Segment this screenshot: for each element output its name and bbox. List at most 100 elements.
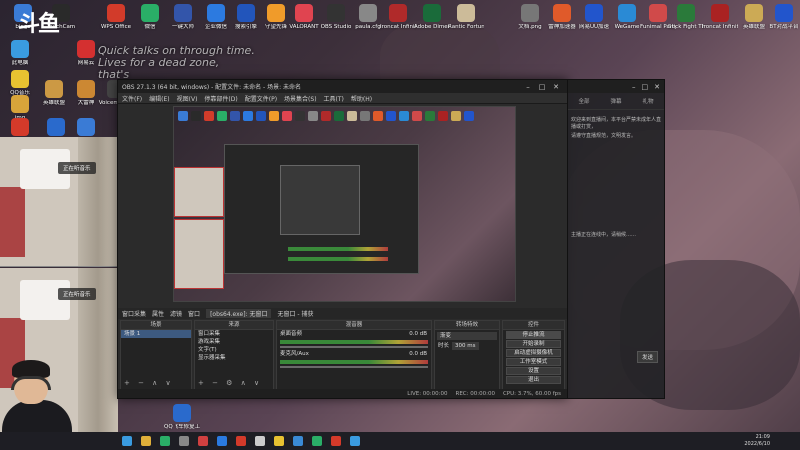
preview-icon [217, 111, 227, 121]
desktop-icon[interactable]: 此电脑 [2, 40, 38, 67]
send-button[interactable]: 发送 [636, 351, 658, 363]
chat-tabs: 全部 弹幕 礼物 [568, 93, 664, 110]
scenes-footer-buttons[interactable]: + − ∧ ∨ [124, 379, 174, 387]
menu-docks[interactable]: 停靠部件(D) [204, 94, 237, 103]
taskbar-app-icon[interactable] [255, 436, 265, 446]
preview-icon [191, 111, 201, 121]
menu-edit[interactable]: 编辑(E) [149, 94, 169, 103]
filters-button[interactable]: 滤镜 [170, 309, 182, 318]
capture-method[interactable]: 无窗口 - 捕获 [277, 309, 313, 318]
volume-slider-desktop[interactable] [280, 346, 428, 348]
desktop-icon[interactable]: Ironcat Infinity [380, 4, 416, 31]
volume-slider-mic[interactable] [280, 366, 428, 368]
app-icon [237, 4, 255, 22]
desktop-icon[interactable]: OBS Studio [318, 4, 354, 31]
stop-streaming-button[interactable]: 停止推流 [506, 331, 561, 339]
chat-tab[interactable]: 弹幕 [610, 97, 621, 105]
mixer-title: 混音器 [277, 321, 431, 330]
maximize-icon[interactable]: □ [535, 83, 549, 91]
desktop-icon[interactable]: Rantic Fortune [448, 4, 484, 31]
desktop-icon[interactable]: 微信 [132, 4, 168, 31]
taskbar-app-icon[interactable] [217, 436, 227, 446]
close-icon[interactable]: ✕ [549, 83, 563, 91]
desktop-icon[interactable]: 英雄联盟 [36, 80, 72, 107]
desktop-icon[interactable]: 雷神加速器 [544, 4, 580, 31]
studio-mode-button[interactable]: 工作室模式 [506, 358, 561, 366]
taskbar-app-icon[interactable] [331, 436, 341, 446]
transition-select[interactable]: 渐变 [437, 332, 497, 340]
desktop-icon[interactable]: BT对战平台 [766, 4, 800, 31]
taskbar-app-icon[interactable] [274, 436, 284, 446]
desktop-icon[interactable]: QQ音乐 [2, 70, 38, 97]
exit-button[interactable]: 退出 [506, 376, 561, 384]
preview-icon [269, 111, 279, 121]
menu-file[interactable]: 文件(F) [122, 94, 142, 103]
source-item[interactable]: 文字(T) [195, 346, 273, 354]
taskbar-app-icon[interactable] [236, 436, 246, 446]
source-item-label: 窗口采集 [198, 331, 221, 337]
desktop-icon-label: Stick Fight The Game [668, 24, 704, 30]
source-item[interactable]: 游戏采集 [195, 338, 273, 346]
menu-scene-collection[interactable]: 场景集合(S) [284, 94, 317, 103]
mixer-channel-db: 0.0 dB [409, 331, 427, 337]
obs-title: OBS 27.1.3 (64 bit, windows) - 配置文件: 未命名… [122, 84, 302, 91]
obs-titlebar[interactable]: OBS 27.1.3 (64 bit, windows) - 配置文件: 未命名… [118, 80, 567, 93]
window-select[interactable]: [obs64.exe]: 无窗口 [206, 309, 272, 318]
menu-help[interactable]: 帮助(H) [351, 94, 372, 103]
source-item[interactable]: 显示器采集 [195, 354, 273, 362]
desktop-icon-label: WPS Office [100, 24, 132, 30]
chat-panel[interactable]: – □ ✕ 全部 弹幕 礼物 欢迎来到直播间，本平台严禁未成年人直播或打赏， 请… [567, 79, 665, 399]
chat-tab[interactable]: 全部 [578, 97, 589, 105]
taskbar-app-icon[interactable] [179, 436, 189, 446]
desktop-icon[interactable]: Ironcat Infinity Wi [702, 4, 738, 31]
minimize-icon[interactable]: – [632, 83, 636, 91]
desktop-icon[interactable]: VALORANT [286, 4, 322, 31]
obs-window[interactable]: OBS 27.1.3 (64 bit, windows) - 配置文件: 未命名… [117, 79, 568, 399]
menu-tools[interactable]: 工具(T) [324, 94, 344, 103]
preview-icon [360, 111, 370, 121]
close-icon[interactable]: ✕ [654, 83, 660, 91]
cpu-status: CPU: 3.7%, 60.00 fps [502, 390, 561, 397]
sources-dock: 来源 窗口采集 游戏采集 文字(T) 显示器采集 + − ⚙ ∧ ∨ [194, 320, 274, 390]
taskbar-app-icon[interactable] [312, 436, 322, 446]
maximize-icon[interactable]: □ [642, 83, 649, 91]
chat-titlebar: – □ ✕ [568, 80, 664, 93]
start-recording-button[interactable]: 开始录制 [506, 340, 561, 348]
start-icon[interactable] [122, 436, 132, 446]
preview-icon [295, 111, 305, 121]
duration-input[interactable]: 300 ms [452, 342, 479, 350]
desktop-icon[interactable]: 网易UU加速 [576, 4, 612, 31]
taskbar-app-icon[interactable] [350, 436, 360, 446]
app-icon [457, 4, 475, 22]
sources-footer-buttons[interactable]: + − ⚙ ∧ ∨ [198, 379, 262, 387]
source-item[interactable]: 窗口采集 [195, 330, 273, 338]
audio-meter-mic [280, 360, 428, 364]
system-clock[interactable]: 21:09 2022/6/10 [744, 434, 770, 448]
preview-icon [438, 111, 448, 121]
desktop-icon[interactable]: QQ飞车修复工具 [164, 404, 200, 431]
taskbar-app-icon[interactable] [160, 436, 170, 446]
taskbar-app-icon[interactable] [141, 436, 151, 446]
scene-item[interactable]: 场景 1 [121, 330, 191, 338]
taskbar-app-icon[interactable] [293, 436, 303, 446]
webcam-feed-bottom: 正在听音乐 [0, 268, 118, 450]
desktop-icon[interactable]: 文档.png [512, 4, 548, 31]
properties-button[interactable]: 属性 [152, 309, 164, 318]
desktop-icon[interactable]: Adobe Dimension [414, 4, 450, 31]
desktop-icon[interactable]: 一键大师 [165, 4, 201, 31]
menu-view[interactable]: 视图(V) [177, 94, 198, 103]
obs-preview[interactable] [173, 106, 516, 302]
desktop-icon[interactable]: WPS Office [98, 4, 134, 31]
chat-tab[interactable]: 礼物 [642, 97, 653, 105]
virtual-camera-button[interactable]: 启动虚拟摄像机 [506, 349, 561, 357]
clock-time: 21:09 [755, 434, 770, 440]
app-icon [77, 40, 95, 58]
scenes-dock: 场景 场景 1 + − ∧ ∨ [120, 320, 192, 390]
preview-icon [451, 111, 461, 121]
rec-status: REC: 00:00:00 [455, 390, 495, 397]
minimize-icon[interactable]: – [521, 83, 535, 91]
settings-button[interactable]: 设置 [506, 367, 561, 375]
menu-profile[interactable]: 配置文件(P) [245, 94, 277, 103]
desktop-icon[interactable]: Stick Fight The Game [668, 4, 704, 31]
taskbar-app-icon[interactable] [198, 436, 208, 446]
